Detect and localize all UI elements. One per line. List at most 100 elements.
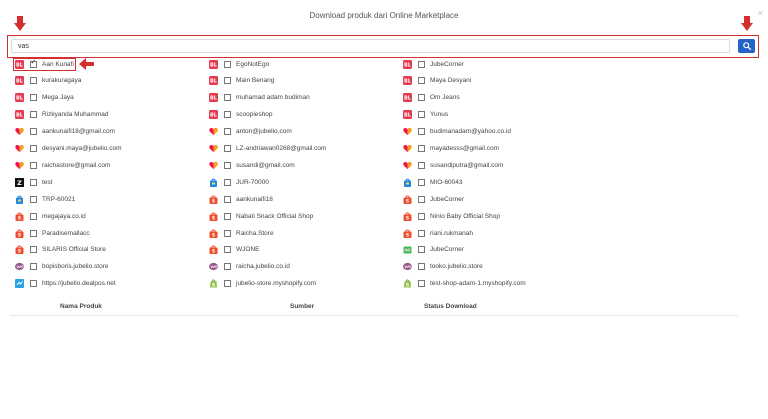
store-checkbox[interactable] [224,195,231,203]
store-checkbox[interactable] [224,94,231,102]
store-checkbox[interactable] [224,77,231,85]
store-checkbox[interactable] [30,195,37,203]
store-checkbox[interactable] [30,77,37,85]
store-item[interactable]: BL scoopieshop [209,108,273,122]
store-checkbox[interactable] [30,111,37,119]
store-item[interactable]: BL Om Jeans [403,91,460,105]
store-item[interactable]: MIO-60043 [403,175,463,189]
store-checkbox[interactable] [224,280,231,288]
store-checkbox[interactable] [418,280,425,288]
store-item[interactable]: BL Aan Kunafi [15,57,74,71]
store-item[interactable]: S Raicha.Store [209,226,274,240]
store-checkbox[interactable] [224,145,231,152]
store-checkbox[interactable] [30,246,37,254]
store-item[interactable]: S Paradisemallacc [15,226,90,240]
store-item[interactable]: BL muhamad adam budiman [209,91,310,105]
store-checkbox[interactable] [30,263,37,271]
store-item[interactable]: tooko.jubelio.store [403,260,483,274]
close-icon[interactable]: × [758,8,763,18]
svg-text:Z: Z [17,179,22,187]
store-item[interactable]: bopisboris.jubelio.store [15,260,108,274]
store-item[interactable]: Stest-shop-adam-1.myshopify.com [403,277,526,291]
shopify-icon: S [209,279,218,288]
store-checkbox[interactable] [418,111,425,119]
store-checkbox[interactable] [418,60,425,68]
store-item[interactable]: Smegajaya.co.id [15,209,86,223]
store-checkbox[interactable] [418,145,425,152]
store-item[interactable]: S Nabati Snack Official Shop [209,209,313,223]
store-checkbox[interactable] [418,246,425,254]
store-checkbox[interactable] [418,212,425,220]
store-item[interactable]: Sriani.rukmanah [403,226,473,240]
store-checkbox[interactable] [30,128,37,136]
search-input[interactable] [11,39,730,53]
store-checkbox[interactable] [418,128,425,136]
store-item[interactable]: BL kurakuragaya [15,74,81,88]
store-item[interactable]: susandi@gmail.com [209,158,295,172]
search-button[interactable] [738,39,755,53]
store-checkbox[interactable] [418,195,425,203]
store-checkbox[interactable] [418,178,425,186]
store-checkbox[interactable] [418,263,425,271]
shopee-icon: S [15,212,24,221]
store-checkbox[interactable] [418,77,425,85]
store-label: riani.rukmanah [430,229,473,237]
store-item[interactable]: aankunaifi18@gmail.com [15,125,115,139]
store-checkbox[interactable] [418,161,425,169]
store-item[interactable]: susandiputra@gmail.com [403,158,503,172]
store-item[interactable]: S Ninio Baby Official Shop [403,209,500,223]
store-item[interactable]: Ztest [15,175,52,189]
store-item[interactable]: raicha.jubelio.co.id [209,260,290,274]
store-label: Aan Kunafi [42,60,74,68]
store-item[interactable]: TRP-60021 [15,192,75,206]
svg-text:S: S [212,232,215,237]
store-item[interactable]: S JubeCorner [403,192,464,206]
store-checkbox[interactable] [30,229,37,237]
store-checkbox[interactable] [224,111,231,119]
store-checkbox[interactable] [224,128,231,136]
store-item[interactable]: BL JubeCorner [403,57,464,71]
store-label: aankunaifi18 [236,195,273,203]
store-item[interactable]: BL Mega Jaya [15,91,74,105]
store-checkbox[interactable] [418,229,425,237]
store-item[interactable]: budimanadam@yahoo.co.id [403,125,511,139]
store-item[interactable]: BL Main Benang [209,74,274,88]
store-checkbox[interactable] [30,161,37,169]
shopee-icon: S [403,228,412,238]
store-item[interactable]: Saankunaifi18 [209,192,273,206]
store-item[interactable]: mayadesss@gmail.com [403,142,499,156]
store-item[interactable]: anton@jubelio.com [209,125,292,139]
store-item[interactable]: desyani.maya@jubelio.com [15,142,122,156]
store-item[interactable]: S SILARIS Official Store [15,243,106,257]
store-item[interactable]: LZ-andriawan0268@gmail.com [209,142,326,156]
store-checkbox[interactable] [224,229,231,237]
store-checkbox[interactable] [418,94,425,102]
store-item[interactable]: JUR-70000 [209,175,269,189]
store-checkbox[interactable] [30,145,37,152]
store-item[interactable]: BL Yunus [403,108,448,122]
store-item[interactable]: BL Maya Desyani [403,74,471,88]
store-checkbox[interactable] [30,94,37,102]
store-checkbox[interactable] [224,161,231,169]
store-item[interactable]: Sjubelio-store.myshopify.com [209,277,316,291]
store-checkbox[interactable] [30,280,37,288]
store-item[interactable]: https://jubelio.dealpos.net [15,277,116,291]
shopee-icon: S [209,245,218,255]
lazada-icon [403,127,412,136]
store-checkbox[interactable] [30,58,37,68]
svg-text:BL: BL [210,113,218,119]
store-item[interactable]: BL EgoNotEgo [209,57,269,71]
lazada-icon [209,144,218,153]
annotation-arrow-left [14,16,26,31]
store-checkbox[interactable] [224,178,231,186]
store-item[interactable]: JubeCorner [403,243,464,257]
store-item[interactable]: BL Rizkyanda Muhammad [15,108,108,122]
store-item[interactable]: S WJONE [209,243,259,257]
store-item[interactable]: raichastore@gmail.com [15,158,110,172]
store-checkbox[interactable] [30,178,37,186]
store-checkbox[interactable] [224,212,231,220]
store-checkbox[interactable] [224,246,231,254]
store-checkbox[interactable] [30,212,37,220]
store-checkbox[interactable] [224,263,231,271]
store-checkbox[interactable] [224,60,231,68]
